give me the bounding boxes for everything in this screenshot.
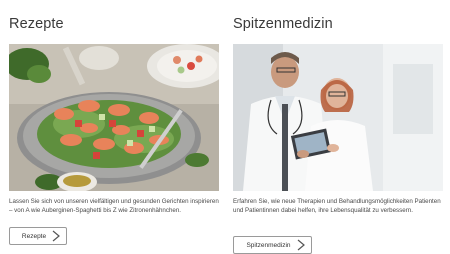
medicine-title: Spitzenmedizin [233, 16, 333, 32]
medicine-button[interactable]: Spitzenmedizin [233, 236, 312, 254]
recipes-button[interactable]: Rezepte [9, 227, 67, 245]
medicine-description: Erfahren Sie, wie neue Therapien und Beh… [233, 198, 441, 214]
recipes-button-label: Rezepte [21, 232, 47, 240]
medicine-image[interactable] [233, 44, 443, 191]
medicine-button-label: Spitzenmedizin [246, 241, 291, 249]
recipes-image[interactable] [9, 44, 219, 191]
recipes-description: Lassen Sie sich von unseren vielfältigen… [9, 198, 219, 214]
recipes-title: Rezepte [9, 16, 64, 32]
chevron-right-icon [297, 239, 305, 251]
chevron-right-icon [52, 230, 60, 242]
